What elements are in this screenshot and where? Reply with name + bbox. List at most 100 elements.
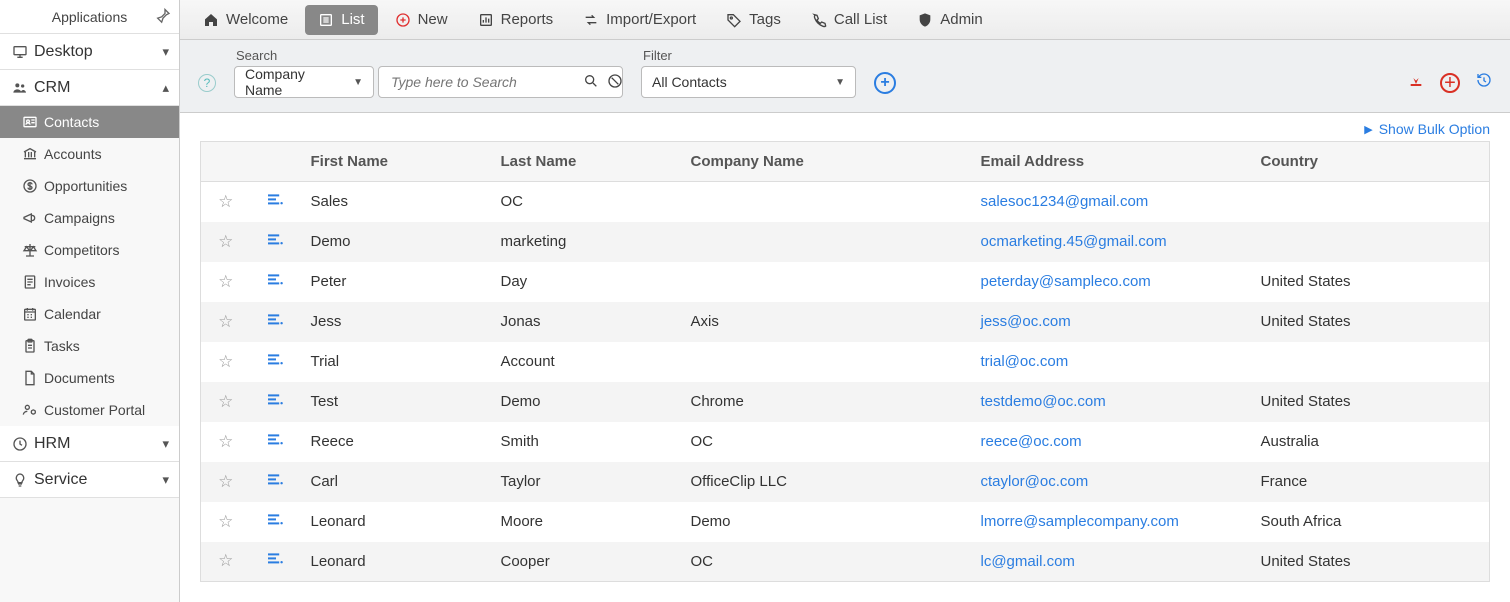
- table-row[interactable]: ☆Demomarketingocmarketing.45@gmail.com: [201, 222, 1490, 262]
- star-icon[interactable]: ☆: [218, 472, 233, 491]
- table-row[interactable]: ☆ReeceSmithOCreece@oc.comAustralia: [201, 422, 1490, 462]
- applications-header: Applications: [0, 0, 179, 34]
- search-input[interactable]: [389, 73, 575, 91]
- module-service-label: Service: [34, 471, 162, 489]
- col-email[interactable]: Email Address: [971, 142, 1251, 182]
- clear-icon[interactable]: [607, 73, 623, 92]
- triangle-right-icon: ▶: [1364, 123, 1372, 136]
- email-link[interactable]: jess@oc.com: [981, 313, 1071, 330]
- row-actions-icon[interactable]: [268, 392, 284, 408]
- filter-group: Filter All Contacts ▼: [641, 48, 856, 98]
- sidebar: Applications Desktop ▾ CRM ▴ Contacts Ac…: [0, 0, 180, 602]
- phone-icon: [811, 12, 827, 28]
- tab-import-export[interactable]: Import/Export: [570, 5, 709, 35]
- filter-select[interactable]: All Contacts ▼: [641, 66, 856, 98]
- table-row[interactable]: ☆LeonardMooreDemolmorre@samplecompany.co…: [201, 502, 1490, 542]
- crm-submenu: Contacts Accounts Opportunities Campaign…: [0, 106, 179, 426]
- star-icon[interactable]: ☆: [218, 392, 233, 411]
- row-actions-icon[interactable]: [268, 551, 284, 567]
- sidebar-item-competitors[interactable]: Competitors: [0, 234, 179, 266]
- sidebar-item-contacts[interactable]: Contacts: [0, 106, 179, 138]
- col-actions: [251, 142, 301, 182]
- row-actions-icon[interactable]: [268, 232, 284, 248]
- download-icon[interactable]: [1408, 71, 1424, 94]
- row-actions-icon[interactable]: [268, 272, 284, 288]
- row-actions-icon[interactable]: [268, 472, 284, 488]
- email-link[interactable]: trial@oc.com: [981, 353, 1069, 370]
- table-row[interactable]: ☆SalesOCsalesoc1234@gmail.com: [201, 182, 1490, 222]
- sidebar-item-customer-portal[interactable]: Customer Portal: [0, 394, 179, 426]
- email-link[interactable]: ocmarketing.45@gmail.com: [981, 233, 1167, 250]
- row-actions-icon[interactable]: [268, 512, 284, 528]
- tab-call-list[interactable]: Call List: [798, 5, 900, 35]
- cell-country: France: [1251, 462, 1490, 502]
- table-row[interactable]: ☆CarlTaylorOfficeClip LLCctaylor@oc.comF…: [201, 462, 1490, 502]
- add-record-button[interactable]: +: [1440, 73, 1460, 93]
- row-actions-icon[interactable]: [268, 312, 284, 328]
- table-row[interactable]: ☆JessJonasAxisjess@oc.comUnited States: [201, 302, 1490, 342]
- module-hrm[interactable]: HRM ▾: [0, 426, 179, 462]
- row-actions-icon[interactable]: [268, 352, 284, 368]
- sidebar-item-tasks[interactable]: Tasks: [0, 330, 179, 362]
- sidebar-item-documents[interactable]: Documents: [0, 362, 179, 394]
- table-row[interactable]: ☆PeterDaypeterday@sampleco.comUnited Sta…: [201, 262, 1490, 302]
- sidebar-item-accounts[interactable]: Accounts: [0, 138, 179, 170]
- search-field-select[interactable]: Company Name ▼: [234, 66, 374, 98]
- cell-company: [681, 342, 971, 382]
- show-bulk-option-link[interactable]: ▶ Show Bulk Option: [1364, 121, 1490, 137]
- email-link[interactable]: peterday@sampleco.com: [981, 273, 1151, 290]
- email-link[interactable]: testdemo@oc.com: [981, 393, 1106, 410]
- add-filter-button[interactable]: +: [874, 72, 896, 94]
- star-icon[interactable]: ☆: [218, 312, 233, 331]
- tab-welcome[interactable]: Welcome: [190, 5, 301, 35]
- col-first-name[interactable]: First Name: [301, 142, 491, 182]
- email-link[interactable]: salesoc1234@gmail.com: [981, 193, 1149, 210]
- tab-list[interactable]: List: [305, 5, 377, 35]
- row-actions-icon[interactable]: [268, 432, 284, 448]
- star-icon[interactable]: ☆: [218, 551, 233, 570]
- star-icon[interactable]: ☆: [218, 512, 233, 531]
- email-link[interactable]: reece@oc.com: [981, 433, 1082, 450]
- star-icon[interactable]: ☆: [218, 272, 233, 291]
- tab-admin[interactable]: Admin: [904, 5, 996, 35]
- pin-icon[interactable]: [155, 7, 171, 26]
- email-link[interactable]: lc@gmail.com: [981, 553, 1075, 570]
- bulk-option-row: ▶ Show Bulk Option: [180, 113, 1510, 141]
- sidebar-item-calendar[interactable]: Calendar: [0, 298, 179, 330]
- cell-country: United States: [1251, 262, 1490, 302]
- sidebar-item-campaigns[interactable]: Campaigns: [0, 202, 179, 234]
- tab-new[interactable]: New: [382, 5, 461, 35]
- email-link[interactable]: ctaylor@oc.com: [981, 473, 1089, 490]
- help-icon[interactable]: ?: [198, 74, 216, 92]
- document-icon: [22, 370, 44, 386]
- col-last-name[interactable]: Last Name: [491, 142, 681, 182]
- sidebar-item-opportunities[interactable]: Opportunities: [0, 170, 179, 202]
- col-country[interactable]: Country: [1251, 142, 1490, 182]
- plus-circle-icon: [395, 12, 411, 28]
- tab-reports[interactable]: Reports: [465, 5, 567, 35]
- email-link[interactable]: lmorre@samplecompany.com: [981, 513, 1179, 530]
- tab-tags[interactable]: Tags: [713, 5, 794, 35]
- bank-icon: [22, 146, 44, 162]
- star-icon[interactable]: ☆: [218, 232, 233, 251]
- table-row[interactable]: ☆LeonardCooperOClc@gmail.comUnited State…: [201, 542, 1490, 582]
- history-icon[interactable]: [1476, 71, 1492, 94]
- cell-company: [681, 182, 971, 222]
- cell-email: lmorre@samplecompany.com: [971, 502, 1251, 542]
- sidebar-item-invoices[interactable]: Invoices: [0, 266, 179, 298]
- search-filter-toolbar: ? Search Company Name ▼ Filter All Conta…: [180, 40, 1510, 113]
- star-icon[interactable]: ☆: [218, 432, 233, 451]
- contacts-table: First Name Last Name Company Name Email …: [200, 141, 1490, 582]
- module-desktop[interactable]: Desktop ▾: [0, 34, 179, 70]
- table-row[interactable]: ☆TrialAccounttrial@oc.com: [201, 342, 1490, 382]
- cell-email: peterday@sampleco.com: [971, 262, 1251, 302]
- search-icon[interactable]: [583, 73, 599, 92]
- module-service[interactable]: Service ▾: [0, 462, 179, 498]
- col-company[interactable]: Company Name: [681, 142, 971, 182]
- table-row[interactable]: ☆TestDemoChrometestdemo@oc.comUnited Sta…: [201, 382, 1490, 422]
- star-icon[interactable]: ☆: [218, 192, 233, 211]
- module-crm[interactable]: CRM ▴: [0, 70, 179, 106]
- star-icon[interactable]: ☆: [218, 352, 233, 371]
- row-actions-icon[interactable]: [268, 192, 284, 208]
- module-desktop-label: Desktop: [34, 43, 162, 61]
